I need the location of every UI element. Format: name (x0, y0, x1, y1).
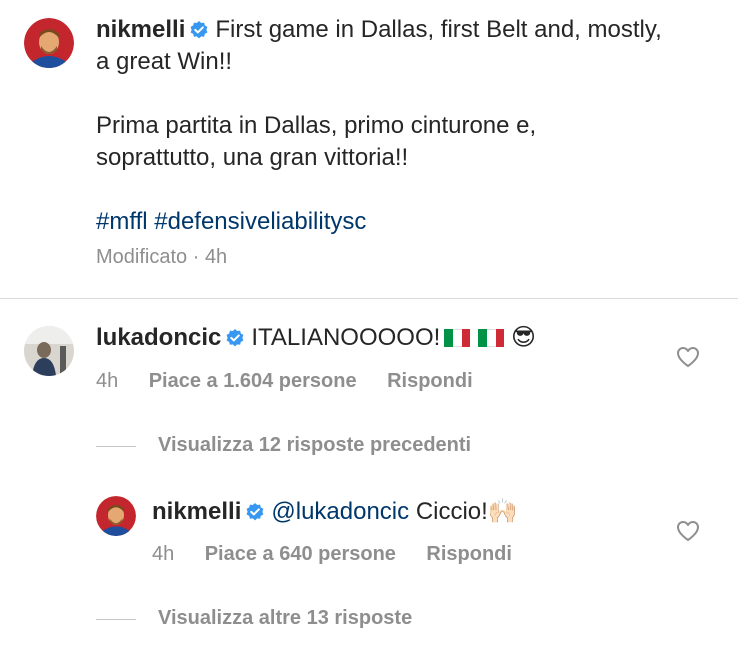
view-previous-replies[interactable]: Visualizza 12 risposte precedenti (96, 434, 471, 457)
avatar-illustration-icon (96, 496, 136, 536)
avatar-illustration-icon (24, 18, 74, 68)
divider (0, 298, 738, 299)
hashtag-link[interactable]: #mffl (96, 208, 148, 235)
verified-badge-icon (226, 329, 244, 347)
verified-badge-icon (246, 503, 264, 521)
mention-link[interactable]: @lukadoncic (271, 498, 409, 525)
reply-avatar[interactable] (96, 496, 136, 536)
post-author-avatar[interactable] (24, 18, 74, 68)
hashtag-link[interactable]: #defensiveliabilitysc (154, 208, 366, 235)
comment-time: 4h (96, 370, 119, 392)
italy-flag-icon (444, 329, 471, 347)
reply-username[interactable]: nikmelli (152, 498, 241, 525)
heart-icon[interactable] (676, 520, 700, 542)
thread-line (96, 619, 136, 621)
sunglasses-emoji-icon: 😎 (510, 324, 536, 351)
post-time: 4h (204, 246, 228, 268)
verified-badge-icon (190, 21, 208, 39)
hashtags: #mffl #defensiveliabilitysc (96, 206, 716, 238)
reply-text: Ciccio! (415, 498, 488, 525)
reply-button[interactable]: Rispondi (387, 370, 473, 392)
caption-it-line1: Prima partita in Dallas, primo cinturone… (96, 112, 537, 139)
post-username[interactable]: nikmelli (96, 16, 185, 43)
comment-actions: 4h Piace a 1.604 persone Rispondi (96, 370, 473, 393)
reply-time: 4h (152, 543, 175, 565)
edited-label: Modificato (96, 246, 188, 268)
reply-button[interactable]: Rispondi (426, 543, 512, 565)
caption-en-line1: First game in Dallas, first Belt and, mo… (215, 16, 662, 43)
post-caption: nikmelli First game in Dallas, first Belt… (96, 14, 716, 238)
comment-username[interactable]: lukadoncic (96, 324, 221, 351)
avatar-photo-icon (24, 326, 74, 376)
likes-count[interactable]: Piace a 640 persone (205, 543, 396, 565)
view-more-replies-label: Visualizza altre 13 risposte (158, 607, 413, 629)
raised-hands-emoji-icon: 🙌🏻 (487, 498, 518, 525)
heart-icon[interactable] (676, 346, 700, 368)
italy-flag-icon (478, 329, 505, 347)
view-previous-replies-label: Visualizza 12 risposte precedenti (158, 434, 472, 456)
reply-body: nikmelli @lukadoncic Ciccio!🙌🏻 (152, 496, 518, 528)
thread-line (96, 446, 136, 448)
post-meta: Modificato · 4h (96, 246, 228, 268)
caption-en-line2: a great Win!! (96, 48, 233, 75)
view-more-replies[interactable]: Visualizza altre 13 risposte (96, 607, 412, 630)
comment-text: ITALIANOOOOO! (251, 324, 441, 351)
caption-it-line2: soprattutto, una gran vittoria!! (96, 144, 409, 171)
comment-avatar[interactable] (24, 326, 74, 376)
comment-body: lukadoncic ITALIANOOOOO! 😎 (96, 322, 536, 354)
likes-count[interactable]: Piace a 1.604 persone (149, 370, 357, 392)
reply-actions: 4h Piace a 640 persone Rispondi (152, 543, 512, 566)
